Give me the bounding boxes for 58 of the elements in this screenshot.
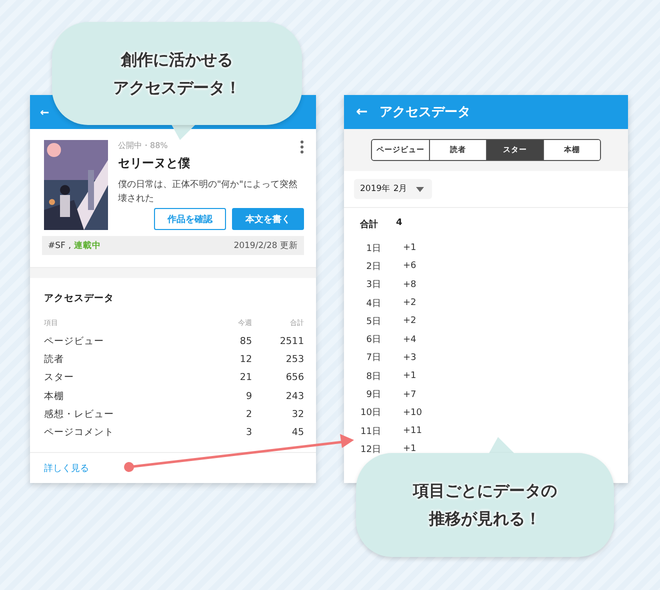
table-cell-text: 85 <box>238 336 252 347</box>
table-cell-text: 9 <box>244 390 252 402</box>
bubble-text: 創作に活かせる アクセスデータ！ <box>113 48 241 98</box>
table-cell-text: 2 <box>244 408 252 420</box>
table-cell-text: ページビュー <box>44 334 105 348</box>
updated-date: 2019/2/28 更新 <box>234 240 298 252</box>
table-cell-text: 32 <box>290 408 304 420</box>
work-title: セリーヌと僕 <box>118 155 191 172</box>
day-label: 5日 <box>365 316 381 328</box>
total-label: 合計 <box>360 218 378 231</box>
table-cell-text: スター <box>44 371 75 384</box>
table-cell-text: 2511 <box>278 336 304 347</box>
day-label: 2日 <box>365 260 381 273</box>
day-value: +6 <box>402 261 418 272</box>
caret-icon <box>416 186 424 192</box>
day-label: 12日 <box>360 444 381 456</box>
day-value: +1 <box>402 243 418 254</box>
work-description: 僕の日常は、正体不明の"何か"によって突然壊された <box>118 178 298 206</box>
day-label: 4日 <box>365 298 381 310</box>
day-label: 6日 <box>365 334 381 346</box>
table-cell-text: 感想・レビュー <box>44 408 115 421</box>
work-status: 公開中・88% <box>118 140 168 151</box>
table-cell-text: 253 <box>284 354 304 365</box>
status-tag: 連載中 <box>74 240 102 252</box>
table-cell-text: 243 <box>284 390 304 402</box>
table-cell-text: ページコメント <box>44 426 115 440</box>
total-value: 4 <box>396 218 402 230</box>
table-cell-text: 656 <box>284 372 304 384</box>
table-cell-text: 12 <box>238 354 252 365</box>
day-label: 1日 <box>365 242 381 255</box>
day-label: 8日 <box>365 370 381 383</box>
day-label: 9日 <box>365 389 381 402</box>
day-value: +2 <box>402 298 418 308</box>
day-label: 7日 <box>365 352 381 364</box>
day-value: +8 <box>402 280 418 290</box>
day-label: 10日 <box>360 407 381 420</box>
bubble-text: 項目ごとにデータの 推移が見れる！ <box>413 480 557 530</box>
day-value: +11 <box>402 426 421 436</box>
table-cell-text: 3 <box>244 427 252 438</box>
screen-title: アクセスデータ <box>380 104 471 121</box>
day-value: +10 <box>402 408 421 418</box>
day-value: +7 <box>402 390 418 400</box>
month-dropdown[interactable]: 2019年 2月 <box>354 179 432 199</box>
table-cell-text: 45 <box>290 427 304 438</box>
genre-tag: , <box>68 240 72 250</box>
genre-tag: #SF <box>48 240 66 250</box>
section-title: アクセスデータ <box>44 292 115 305</box>
day-value: +1 <box>402 444 418 454</box>
table-cell-text: 21 <box>238 372 252 384</box>
day-label: 3日 <box>365 279 381 292</box>
day-label: 11日 <box>360 426 381 438</box>
table-cell-text: 本棚 <box>44 390 65 403</box>
more-icon[interactable] <box>300 140 304 154</box>
day-value: +3 <box>402 352 418 363</box>
day-value: +1 <box>402 371 418 382</box>
table-cell-text: 読者 <box>44 352 65 366</box>
day-value: +4 <box>402 334 418 345</box>
day-value: +2 <box>402 316 418 326</box>
